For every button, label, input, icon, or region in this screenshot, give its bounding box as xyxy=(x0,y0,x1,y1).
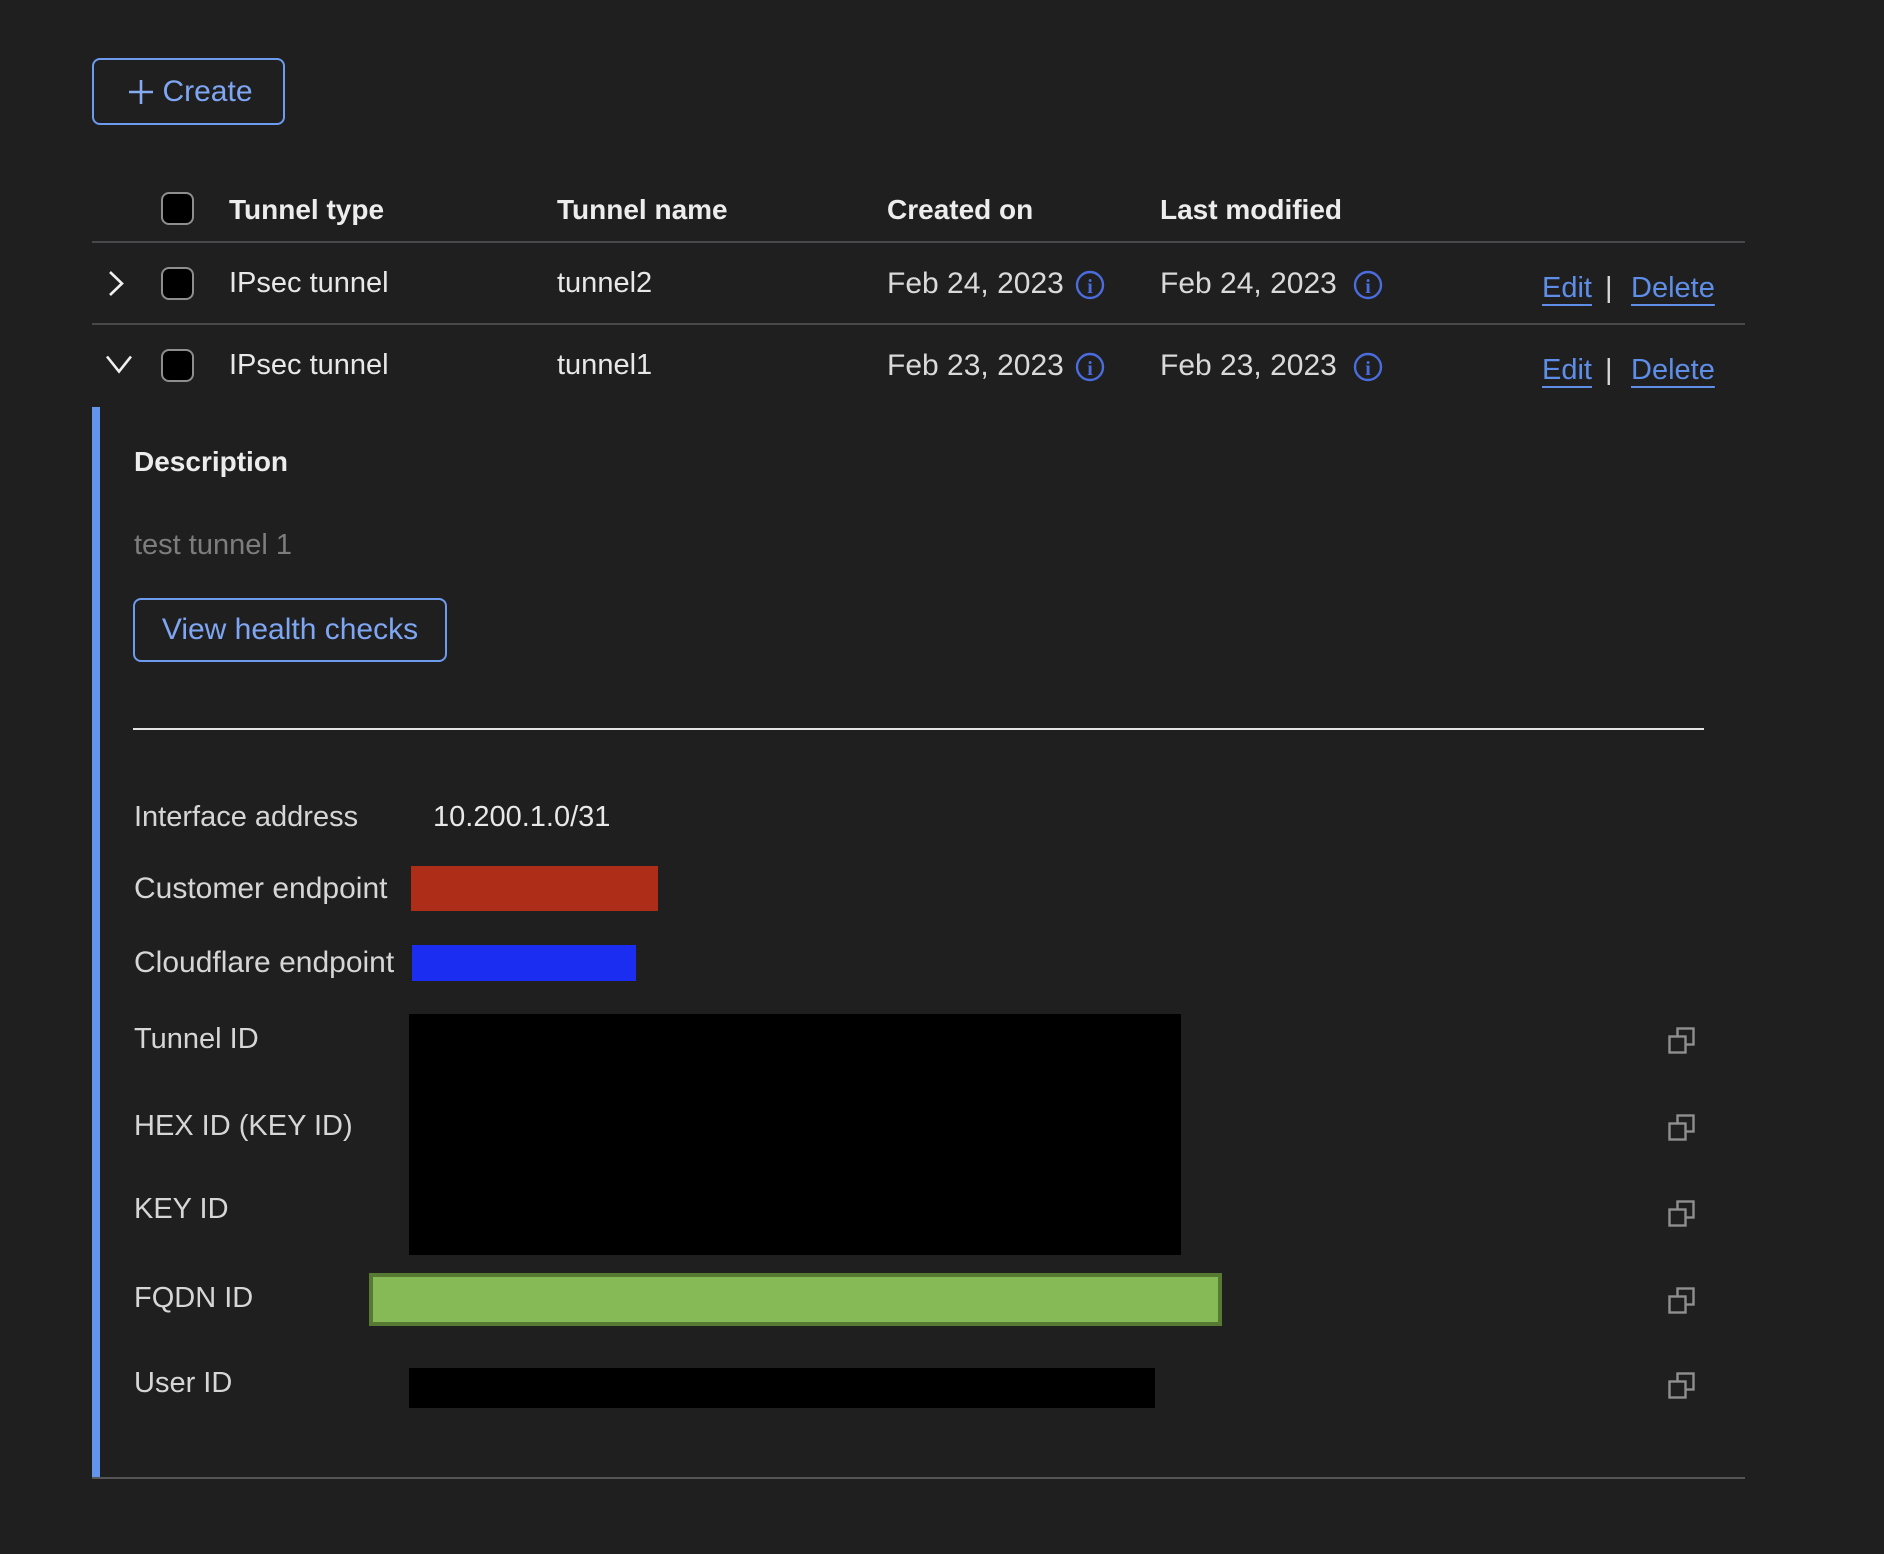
svg-text:i: i xyxy=(1365,358,1371,380)
svg-text:i: i xyxy=(1087,358,1093,380)
svg-text:i: i xyxy=(1365,276,1371,298)
svg-text:i: i xyxy=(1087,276,1093,298)
